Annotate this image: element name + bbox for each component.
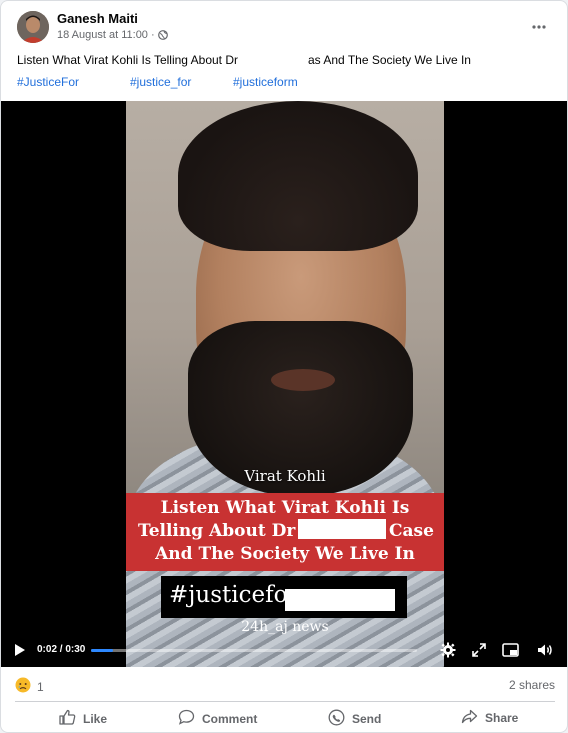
comment-icon: [178, 709, 195, 728]
send-label: Send: [352, 712, 382, 726]
video-player[interactable]: Virat Kohli Listen What Virat Kohli Is T…: [1, 101, 567, 667]
comment-button[interactable]: Comment: [178, 709, 257, 728]
divider: [15, 701, 555, 702]
name-overlay: Virat Kohli: [244, 467, 326, 485]
share-label: Share: [485, 711, 519, 725]
miniplayer-icon[interactable]: [501, 641, 519, 659]
share-button[interactable]: Share: [461, 709, 518, 727]
progress-fill: [91, 649, 113, 652]
hashtag-overlay: #justicefor: [169, 582, 299, 608]
avatar[interactable]: [17, 11, 49, 43]
action-bar: Like Comment Send Share: [1, 703, 567, 732]
like-icon: [59, 709, 76, 728]
banner-line-2-end: Case: [389, 521, 434, 541]
post-card: Ganesh Maiti 18 August at 11:00 · Listen…: [0, 0, 568, 733]
headline-banner: Listen What Virat Kohli Is Telling About…: [126, 493, 444, 571]
send-button[interactable]: Send: [328, 709, 381, 729]
fullscreen-expand-icon[interactable]: [470, 641, 488, 659]
reaction-count: 1: [37, 679, 44, 694]
reaction-summary[interactable]: 1: [15, 677, 44, 696]
hashtag-row: #JusticeFor #justice_for #justiceform: [17, 75, 557, 91]
more-icon[interactable]: [527, 15, 551, 39]
post-date[interactable]: 18 August at 11:00: [57, 29, 148, 41]
like-button[interactable]: Like: [59, 709, 107, 728]
globe-icon: [157, 30, 168, 40]
banner-line-2: Telling About Dr: [138, 521, 296, 541]
hashtag-link[interactable]: #justiceform: [233, 75, 307, 89]
post-header: Ganesh Maiti 18 August at 11:00 ·: [1, 1, 567, 51]
hashtag-overlay-bar: #justicefor: [161, 576, 407, 618]
video-controls: 0:02 / 0:30: [1, 633, 567, 667]
caption-start: Listen What Virat Kohli Is Telling About…: [17, 53, 239, 67]
send-icon: [328, 709, 345, 729]
redaction-box: [298, 519, 386, 539]
video-time: 0:02 / 0:30: [37, 644, 86, 655]
meta-separator: ·: [150, 29, 155, 41]
banner-line-3: And The Society We Live In: [155, 544, 415, 564]
play-icon[interactable]: [11, 641, 29, 659]
settings-icon[interactable]: [439, 641, 457, 659]
video-subject-hair: [178, 101, 418, 251]
redaction-box: [285, 589, 395, 611]
share-count[interactable]: 2 shares: [509, 678, 555, 692]
sad-reaction-icon: [15, 677, 31, 696]
share-icon: [461, 709, 478, 727]
hashtag-link[interactable]: #JusticeFor: [17, 75, 79, 89]
like-label: Like: [83, 711, 108, 726]
hashtag-link[interactable]: #justice_for: [130, 75, 196, 89]
banner-line-1: Listen What Virat Kohli Is: [160, 498, 410, 518]
post-meta: 18 August at 11:00 ·: [57, 29, 168, 41]
caption-end: as And The Society We Live In: [308, 53, 471, 67]
comment-label: Comment: [202, 711, 258, 726]
volume-icon[interactable]: [536, 641, 554, 659]
video-subject-mouth: [271, 369, 335, 391]
video-frame: Virat Kohli Listen What Virat Kohli Is T…: [126, 101, 444, 667]
author-name[interactable]: Ganesh Maiti: [57, 11, 138, 26]
progress-track[interactable]: [91, 649, 417, 652]
